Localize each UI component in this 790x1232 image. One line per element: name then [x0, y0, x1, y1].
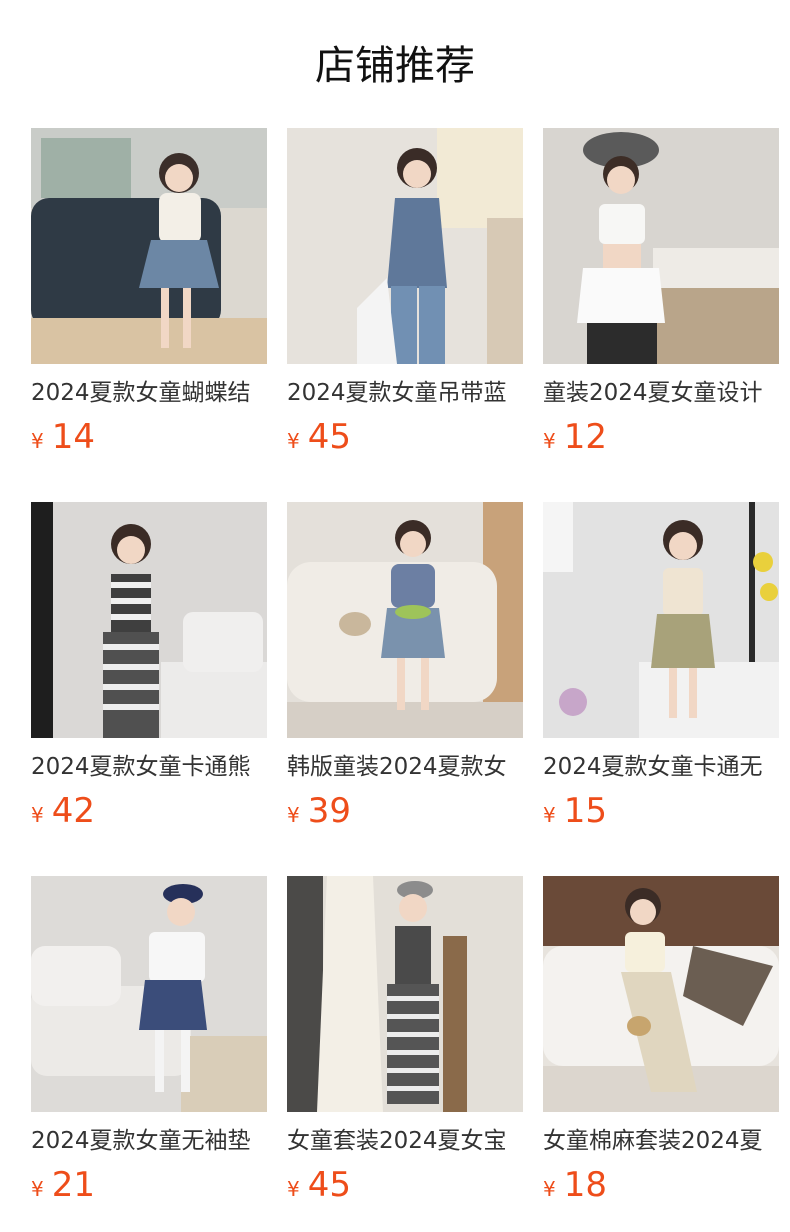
product-title[interactable]: 女童棉麻套装2024夏: [543, 1125, 779, 1157]
product-photo: [287, 876, 523, 1112]
product-card[interactable]: 女童套装2024夏女宝 ¥45: [287, 876, 523, 1205]
product-title[interactable]: 2024夏款女童卡通熊: [31, 751, 267, 783]
product-card[interactable]: 2024夏款女童卡通熊 ¥42: [31, 502, 267, 831]
currency-symbol: ¥: [287, 803, 300, 827]
product-photo: [31, 502, 267, 738]
product-image[interactable]: [31, 128, 267, 364]
product-image[interactable]: [31, 502, 267, 738]
currency-symbol: ¥: [287, 429, 300, 453]
currency-symbol: ¥: [543, 1177, 556, 1201]
product-image[interactable]: [31, 876, 267, 1112]
product-title[interactable]: 2024夏款女童无袖垫: [31, 1125, 267, 1157]
product-price: 39: [307, 791, 351, 831]
price-row: ¥15: [543, 791, 779, 831]
product-image[interactable]: [543, 876, 779, 1112]
currency-symbol: ¥: [287, 1177, 300, 1201]
currency-symbol: ¥: [31, 1177, 44, 1201]
section-title: 店铺推荐: [315, 43, 475, 89]
product-photo: [287, 128, 523, 364]
currency-symbol: ¥: [543, 429, 556, 453]
product-title[interactable]: 韩版童装2024夏款女: [287, 751, 523, 783]
currency-symbol: ¥: [31, 803, 44, 827]
product-title[interactable]: 女童套装2024夏女宝: [287, 1125, 523, 1157]
price-row: ¥14: [31, 417, 267, 457]
product-price: 18: [563, 1165, 607, 1205]
price-row: ¥18: [543, 1165, 779, 1205]
product-photo: [543, 128, 779, 364]
product-price: 45: [307, 1165, 351, 1205]
product-photo: [31, 876, 267, 1112]
product-price: 45: [307, 417, 351, 457]
product-price: 14: [51, 417, 95, 457]
product-card[interactable]: 2024夏款女童蝴蝶结 ¥14: [31, 128, 267, 457]
product-card[interactable]: 2024夏款女童无袖垫 ¥21: [31, 876, 267, 1205]
product-card[interactable]: 2024夏款女童吊带蓝 ¥45: [287, 128, 523, 457]
product-title[interactable]: 童装2024夏女童设计: [543, 377, 779, 409]
product-title[interactable]: 2024夏款女童吊带蓝: [287, 377, 523, 409]
product-photo: [287, 502, 523, 738]
product-price: 42: [51, 791, 95, 831]
product-image[interactable]: [287, 876, 523, 1112]
product-photo: [543, 502, 779, 738]
price-row: ¥21: [31, 1165, 267, 1205]
product-card[interactable]: 女童棉麻套装2024夏 ¥18: [543, 876, 779, 1205]
product-price: 21: [51, 1165, 95, 1205]
price-row: ¥45: [287, 1165, 523, 1205]
product-image[interactable]: [543, 502, 779, 738]
price-row: ¥39: [287, 791, 523, 831]
product-grid: 2024夏款女童蝴蝶结 ¥14 2024夏款女童吊带蓝 ¥45 童装2024夏女…: [31, 128, 790, 1205]
product-price: 15: [563, 791, 607, 831]
price-row: ¥45: [287, 417, 523, 457]
product-price: 12: [563, 417, 607, 457]
product-image[interactable]: [287, 128, 523, 364]
product-photo: [543, 876, 779, 1112]
product-card[interactable]: 2024夏款女童卡通无 ¥15: [543, 502, 779, 831]
product-image[interactable]: [287, 502, 523, 738]
product-title[interactable]: 2024夏款女童蝴蝶结: [31, 377, 267, 409]
currency-symbol: ¥: [31, 429, 44, 453]
product-image[interactable]: [543, 128, 779, 364]
product-card[interactable]: 韩版童装2024夏款女 ¥39: [287, 502, 523, 831]
product-card[interactable]: 童装2024夏女童设计 ¥12: [543, 128, 779, 457]
currency-symbol: ¥: [543, 803, 556, 827]
product-title[interactable]: 2024夏款女童卡通无: [543, 751, 779, 783]
price-row: ¥42: [31, 791, 267, 831]
price-row: ¥12: [543, 417, 779, 457]
product-photo: [31, 128, 267, 364]
